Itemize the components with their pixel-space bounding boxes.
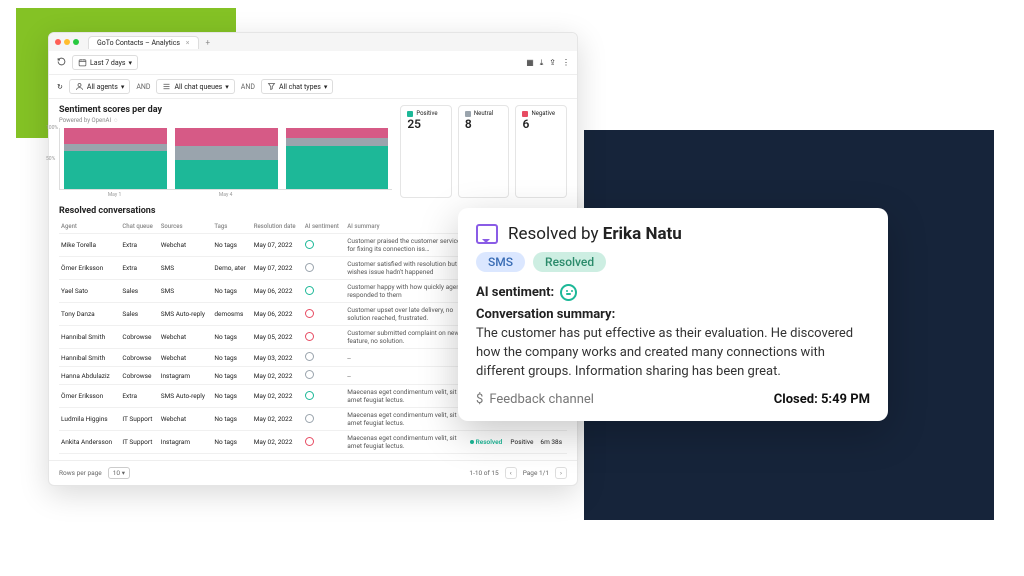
table-header[interactable]: Tags bbox=[212, 220, 251, 234]
stat-value: 6 bbox=[522, 117, 560, 131]
chart-title: Sentiment scores per day bbox=[59, 105, 392, 115]
date-range-picker[interactable]: Last 7 days ▾ bbox=[72, 55, 138, 70]
sentiment-face-icon bbox=[305, 286, 314, 295]
closed-time: Closed: 5:49 PM bbox=[774, 392, 870, 407]
ai-sentiment-label: AI sentiment: bbox=[476, 285, 554, 300]
table-row[interactable]: Ankita AnderssonIT SupportInstagramNo ta… bbox=[59, 431, 567, 454]
summary-text: The customer has put effective as their … bbox=[476, 325, 870, 382]
export-icon[interactable]: ⇪ bbox=[549, 58, 556, 67]
browser-tab[interactable]: GoTo Contacts – Analytics × bbox=[88, 36, 199, 49]
sentiment-face-icon bbox=[305, 263, 314, 272]
chevron-down-icon: ▾ bbox=[121, 83, 125, 91]
new-tab-icon[interactable]: + bbox=[206, 38, 211, 47]
chat-icon bbox=[476, 224, 498, 244]
summary-label: Conversation summary: bbox=[476, 307, 870, 322]
filter-and-1: AND bbox=[136, 83, 150, 91]
download-icon[interactable]: ⤓ bbox=[540, 58, 544, 68]
pager-prev-button[interactable]: ‹ bbox=[505, 467, 517, 479]
square-icon bbox=[465, 111, 471, 117]
openai-icon: ◌ bbox=[114, 117, 118, 124]
feedback-channel[interactable]: $ Feedback channel bbox=[476, 392, 594, 407]
square-icon bbox=[522, 111, 528, 117]
chart-view-icon[interactable]: ▦ bbox=[526, 58, 534, 67]
stat-label: Neutral bbox=[474, 110, 493, 117]
sentiment-face-icon bbox=[305, 414, 314, 423]
card-title: Resolved by Erika Natu bbox=[508, 224, 682, 244]
pager-range: 1-10 of 15 bbox=[469, 469, 498, 477]
filter-bar: ↻ All agents ▾ AND All chat queues ▾ AND… bbox=[49, 75, 577, 99]
table-header[interactable]: AI sentiment bbox=[303, 220, 345, 234]
filter-agents[interactable]: All agents ▾ bbox=[69, 79, 130, 94]
tab-title: GoTo Contacts – Analytics bbox=[97, 39, 180, 47]
refresh-filters-icon[interactable]: ↻ bbox=[57, 83, 63, 91]
sentiment-chart: Sentiment scores per day Powered by Open… bbox=[59, 105, 392, 198]
sentiment-face-icon bbox=[305, 352, 314, 361]
stat-positive: Positive 25 bbox=[400, 105, 452, 198]
filter-agents-label: All agents bbox=[87, 83, 118, 91]
table-header[interactable]: Sources bbox=[159, 220, 213, 234]
stat-label: Negative bbox=[531, 110, 555, 117]
stat-value: 8 bbox=[465, 117, 503, 131]
tab-close-icon[interactable]: × bbox=[186, 39, 190, 47]
sentiment-face-icon bbox=[305, 370, 314, 379]
table-header[interactable]: Chat queue bbox=[120, 220, 158, 234]
rows-per-page-select[interactable]: 10 ▾ bbox=[108, 467, 130, 479]
window-max-icon[interactable] bbox=[73, 39, 79, 45]
table-header[interactable]: Agent bbox=[59, 220, 120, 234]
sentiment-face-icon bbox=[560, 284, 577, 301]
filter-types[interactable]: All chat types ▾ bbox=[261, 79, 333, 94]
page-toolbar: Last 7 days ▾ ▦ ⤓ ⇪ ⋮ bbox=[49, 51, 577, 75]
rows-per-page-label: Rows per page bbox=[59, 469, 102, 477]
window-close-icon[interactable] bbox=[55, 39, 61, 45]
chevron-down-icon: ▾ bbox=[225, 83, 229, 91]
chevron-down-icon: ▾ bbox=[324, 83, 328, 91]
table-header[interactable]: Resolution date bbox=[252, 220, 303, 234]
powered-by: Powered by OpenAI ◌ bbox=[59, 117, 392, 124]
dollar-icon: $ bbox=[476, 392, 483, 407]
window-min-icon[interactable] bbox=[64, 39, 70, 45]
stat-negative: Negative 6 bbox=[515, 105, 567, 198]
sentiment-face-icon bbox=[305, 437, 314, 446]
stat-neutral: Neutral 8 bbox=[458, 105, 510, 198]
refresh-icon[interactable] bbox=[57, 57, 66, 68]
filter-queues-label: All chat queues bbox=[174, 83, 222, 91]
more-icon[interactable]: ⋮ bbox=[562, 58, 569, 67]
chevron-down-icon: ▾ bbox=[122, 469, 125, 477]
conversation-detail-card: Resolved by Erika Natu SMS Resolved AI s… bbox=[458, 208, 888, 421]
table-header[interactable]: AI summary bbox=[345, 220, 467, 234]
filter-types-label: All chat types bbox=[279, 83, 321, 91]
browser-tabbar: GoTo Contacts – Analytics × + bbox=[49, 33, 577, 51]
date-range-label: Last 7 days bbox=[90, 59, 126, 67]
sentiment-face-icon bbox=[305, 309, 314, 318]
table-pager: Rows per page 10 ▾ 1-10 of 15 ‹ Page 1/1… bbox=[49, 460, 577, 485]
filter-queues[interactable]: All chat queues ▾ bbox=[156, 79, 234, 94]
square-icon bbox=[407, 111, 413, 117]
stat-label: Positive bbox=[416, 110, 437, 117]
pager-page: Page 1/1 bbox=[523, 469, 549, 477]
pager-next-button[interactable]: › bbox=[555, 467, 567, 479]
filter-and-2: AND bbox=[241, 83, 255, 91]
channel-pill: SMS bbox=[476, 252, 525, 272]
stat-value: 25 bbox=[407, 117, 445, 131]
sentiment-face-icon bbox=[305, 391, 314, 400]
sentiment-face-icon bbox=[305, 332, 314, 341]
sentiment-face-icon bbox=[305, 240, 314, 249]
status-pill: Resolved bbox=[533, 252, 606, 272]
chevron-down-icon: ▾ bbox=[129, 59, 133, 67]
